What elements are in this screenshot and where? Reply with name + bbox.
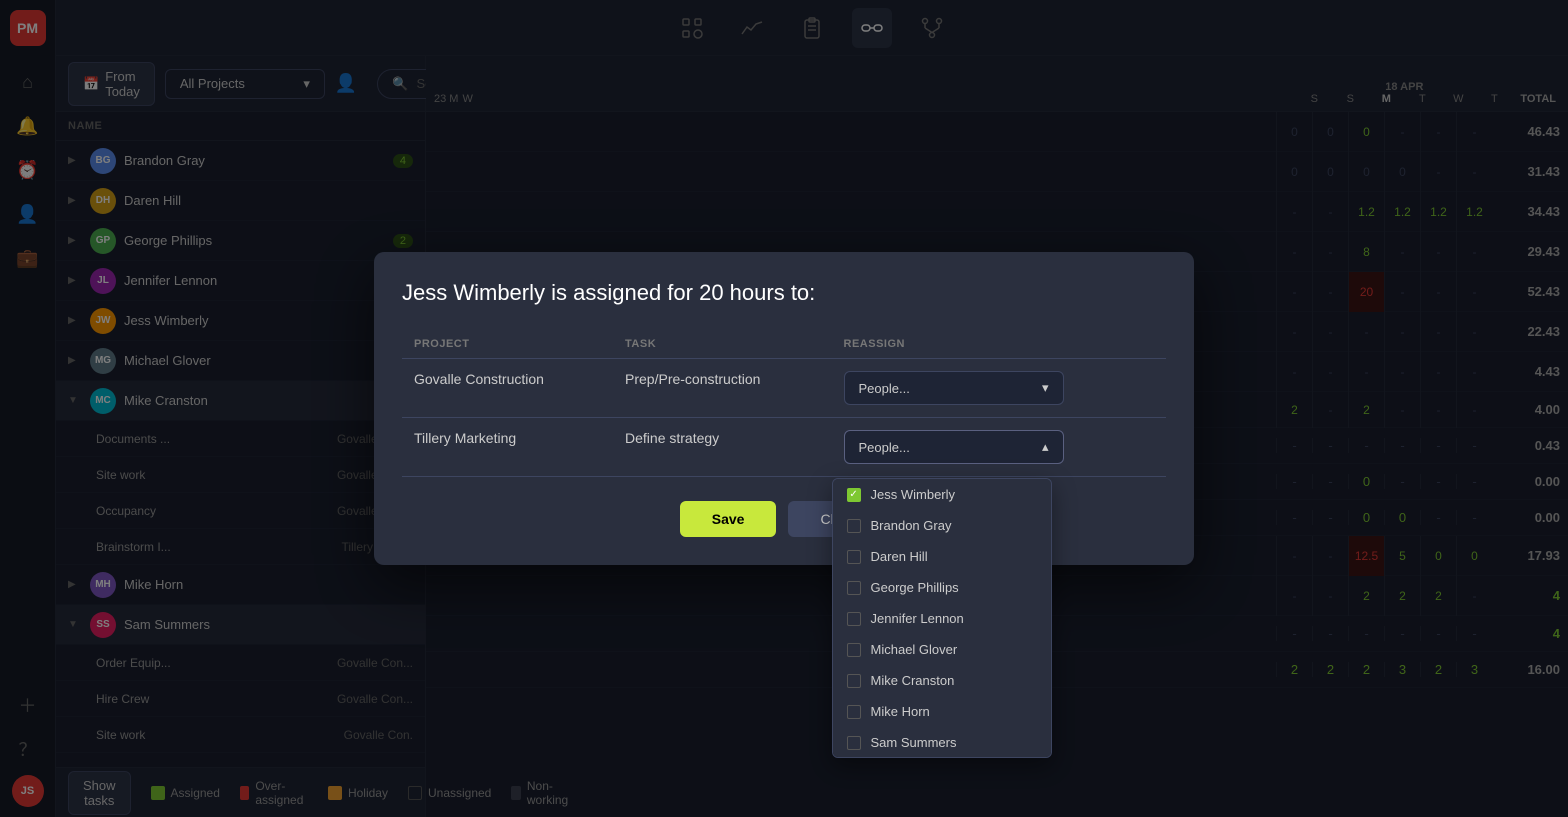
- dropdown-name-mike-horn: Mike Horn: [871, 704, 930, 719]
- chevron-down-icon: ▾: [1042, 380, 1049, 396]
- checkbox-michael-glover: [847, 643, 861, 657]
- dropdown-name-jennifer-lennon: Jennifer Lennon: [871, 611, 964, 626]
- dialog-table: PROJECT TASK REASSIGN Govalle Constructi…: [402, 330, 1166, 477]
- dialog-project-govalle: Govalle Construction: [402, 359, 613, 418]
- dropdown-name-daren-hill: Daren Hill: [871, 549, 928, 564]
- checkbox-jess-wimberly: ✓: [847, 488, 861, 502]
- col-header-reassign: REASSIGN: [832, 330, 1166, 359]
- dropdown-item-george-phillips[interactable]: George Phillips: [833, 572, 1051, 603]
- people-dropdown-govalle[interactable]: People... ▾: [844, 371, 1064, 405]
- people-dropdown-label: People...: [859, 381, 910, 396]
- dropdown-item-brandon-gray[interactable]: Brandon Gray: [833, 510, 1051, 541]
- dropdown-name-michael-glover: Michael Glover: [871, 642, 958, 657]
- dialog-overlay[interactable]: Jess Wimberly is assigned for 20 hours t…: [0, 0, 1568, 817]
- checkbox-mike-cranston: [847, 674, 861, 688]
- checkbox-jennifer-lennon: [847, 612, 861, 626]
- people-dropdown-label-2: People...: [859, 440, 910, 455]
- dropdown-item-mike-horn[interactable]: Mike Horn: [833, 696, 1051, 727]
- dialog-task-prep: Prep/Pre-construction: [613, 359, 832, 418]
- dropdown-item-daren-hill[interactable]: Daren Hill: [833, 541, 1051, 572]
- dropdown-item-sam-summers[interactable]: Sam Summers: [833, 727, 1051, 758]
- save-button[interactable]: Save: [680, 501, 777, 537]
- reassign-dialog: Jess Wimberly is assigned for 20 hours t…: [374, 252, 1194, 565]
- dialog-reassign-tillery: People... ▴ ✓ Jess Wimberly Brandon Gray: [832, 418, 1166, 477]
- dialog-project-tillery: Tillery Marketing: [402, 418, 613, 477]
- dropdown-name-mike-cranston: Mike Cranston: [871, 673, 955, 688]
- dropdown-item-mike-cranston[interactable]: Mike Cranston: [833, 665, 1051, 696]
- dropdown-name-jess-wimberly: Jess Wimberly: [871, 487, 956, 502]
- people-dropdown-menu: ✓ Jess Wimberly Brandon Gray Daren Hill: [832, 478, 1052, 758]
- dialog-row-govalle: Govalle Construction Prep/Pre-constructi…: [402, 359, 1166, 418]
- people-dropdown-tillery[interactable]: People... ▴: [844, 430, 1064, 464]
- checkbox-sam-summers: [847, 736, 861, 750]
- dialog-title: Jess Wimberly is assigned for 20 hours t…: [402, 280, 1166, 306]
- dialog-row-tillery: Tillery Marketing Define strategy People…: [402, 418, 1166, 477]
- col-header-project: PROJECT: [402, 330, 613, 359]
- dropdown-item-jennifer-lennon[interactable]: Jennifer Lennon: [833, 603, 1051, 634]
- checkbox-daren-hill: [847, 550, 861, 564]
- dropdown-item-jess-wimberly[interactable]: ✓ Jess Wimberly: [833, 479, 1051, 510]
- dialog-reassign-govalle: People... ▾: [832, 359, 1166, 418]
- dialog-task-define: Define strategy: [613, 418, 832, 477]
- checkbox-george-phillips: [847, 581, 861, 595]
- dropdown-name-brandon-gray: Brandon Gray: [871, 518, 952, 533]
- checkbox-brandon-gray: [847, 519, 861, 533]
- dropdown-name-george-phillips: George Phillips: [871, 580, 959, 595]
- dropdown-name-sam-summers: Sam Summers: [871, 735, 957, 750]
- col-header-task: TASK: [613, 330, 832, 359]
- chevron-up-icon: ▴: [1042, 439, 1049, 455]
- dropdown-item-michael-glover[interactable]: Michael Glover: [833, 634, 1051, 665]
- checkbox-mike-horn: [847, 705, 861, 719]
